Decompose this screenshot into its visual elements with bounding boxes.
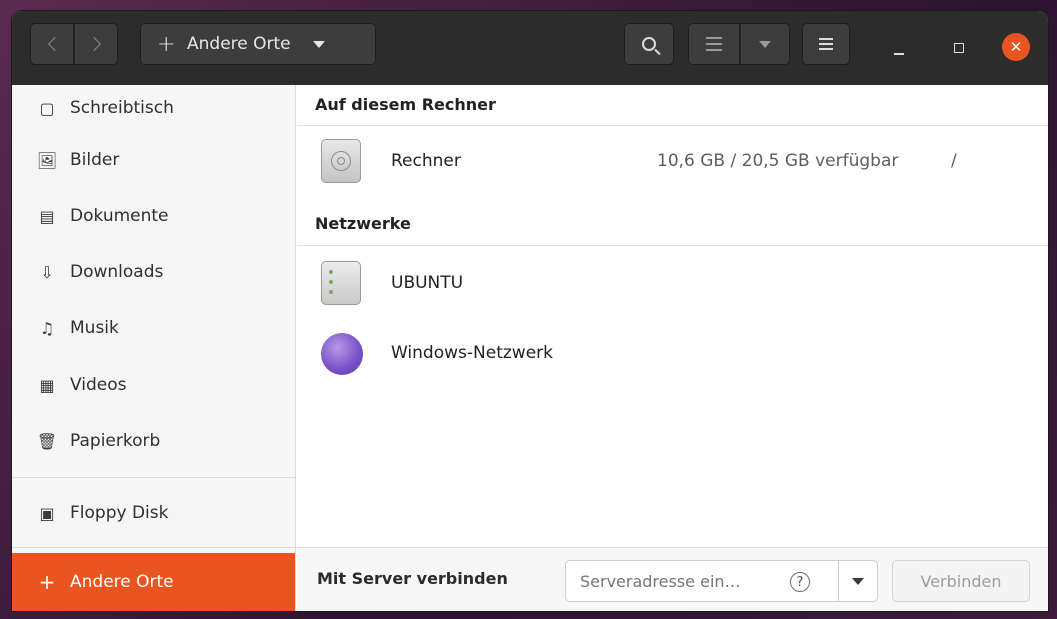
plus-icon: +	[157, 31, 176, 57]
document-icon: ▤	[39, 206, 55, 226]
connect-server-bar: Mit Server verbinden ? Verbinden	[297, 547, 1048, 611]
sidebar-item-label: Floppy Disk	[70, 503, 169, 523]
place-name: Rechner	[391, 151, 461, 171]
place-name: UBUNTU	[391, 273, 464, 293]
dropdown-arrow-icon	[312, 40, 325, 48]
headerbar: + Andere Orte ✕	[12, 11, 1048, 85]
sidebar-item-musik[interactable]: ♫ Musik	[12, 305, 295, 351]
place-capacity: 10,6 GB / 20,5 GB verfügbar	[657, 151, 899, 171]
section-divider	[297, 125, 1048, 126]
place-row-ubuntu[interactable]: UBUNTU	[297, 253, 1048, 313]
chevron-left-icon	[47, 36, 62, 52]
place-mount-path: /	[951, 151, 957, 171]
video-icon: ▦	[39, 375, 55, 395]
path-label: Andere Orte	[187, 34, 291, 54]
sidebar-item-papierkorb[interactable]: 🗑 Papierkorb	[12, 418, 295, 464]
view-toggle-button[interactable]	[688, 23, 740, 65]
sidebar-item-label: Videos	[70, 375, 127, 395]
desktop-icon: ▢	[39, 98, 55, 118]
minimize-button[interactable]	[884, 35, 914, 61]
connect-server-label: Mit Server verbinden	[317, 569, 508, 588]
place-row-rechner[interactable]: Rechner 10,6 GB / 20,5 GB verfügbar /	[297, 131, 1048, 191]
section-title-networks: Netzwerke	[315, 214, 411, 233]
chevron-right-icon	[86, 36, 101, 52]
main-content: Auf diesem Rechner Rechner 10,6 GB / 20,…	[297, 85, 1048, 611]
search-icon	[642, 37, 656, 51]
maximize-button[interactable]	[944, 35, 974, 61]
section-divider	[297, 245, 1048, 246]
plus-icon: +	[38, 570, 56, 594]
close-button[interactable]: ✕	[1002, 33, 1030, 61]
sidebar-item-label: Andere Orte	[70, 572, 174, 592]
music-icon: ♫	[39, 318, 55, 338]
path-bar-button[interactable]: + Andere Orte	[140, 23, 376, 65]
sidebar-item-floppy-disk[interactable]: ▣ Floppy Disk	[12, 490, 295, 536]
sidebar-item-label: Papierkorb	[70, 431, 161, 451]
sidebar-item-bilder[interactable]: 🖼 Bilder	[12, 137, 295, 183]
view-options-button[interactable]	[740, 23, 790, 65]
dropdown-arrow-icon	[852, 577, 864, 585]
sidebar: ▢ Schreibtisch 🖼 Bilder ▤ Dokumente ⇩ Do…	[12, 85, 296, 611]
close-icon: ✕	[1009, 38, 1023, 56]
sidebar-item-label: Dokumente	[70, 206, 169, 226]
dropdown-arrow-icon	[759, 40, 771, 48]
maximize-icon	[954, 43, 964, 53]
search-button[interactable]	[624, 23, 674, 65]
main-menu-button[interactable]	[802, 23, 850, 65]
sidebar-item-andere-orte[interactable]: + Andere Orte	[12, 553, 295, 611]
recent-servers-dropdown[interactable]	[838, 560, 878, 602]
minimize-icon	[894, 53, 904, 55]
file-manager-window: + Andere Orte ✕ ▢ Schreibtisch 🖼 Bilder …	[12, 11, 1048, 611]
server-icon	[321, 261, 361, 305]
sidebar-item-videos[interactable]: ▦ Videos	[12, 362, 295, 408]
hamburger-menu-icon	[819, 38, 833, 50]
sidebar-item-label: Musik	[70, 318, 119, 338]
sidebar-divider	[12, 547, 295, 548]
sidebar-divider	[12, 477, 295, 478]
section-title-computer: Auf diesem Rechner	[315, 95, 496, 114]
back-button[interactable]	[30, 23, 74, 65]
sidebar-item-label: Schreibtisch	[70, 98, 174, 118]
sidebar-item-schreibtisch[interactable]: ▢ Schreibtisch	[12, 85, 295, 131]
floppy-disk-icon: ▣	[39, 503, 55, 523]
sidebar-item-downloads[interactable]: ⇩ Downloads	[12, 249, 295, 295]
connect-button[interactable]: Verbinden	[892, 560, 1030, 602]
image-icon: 🖼	[36, 150, 58, 170]
trash-icon: 🗑	[36, 431, 58, 451]
forward-button[interactable]	[74, 23, 118, 65]
place-name: Windows-Netzwerk	[391, 343, 553, 363]
network-globe-icon	[321, 333, 363, 375]
hard-disk-icon	[321, 139, 361, 183]
list-view-icon	[706, 37, 722, 51]
help-icon[interactable]: ?	[790, 572, 810, 592]
sidebar-item-label: Bilder	[70, 150, 120, 170]
sidebar-item-dokumente[interactable]: ▤ Dokumente	[12, 193, 295, 239]
place-row-windows-netzwerk[interactable]: Windows-Netzwerk	[297, 325, 1048, 385]
sidebar-item-label: Downloads	[70, 262, 164, 282]
download-icon: ⇩	[40, 262, 54, 282]
